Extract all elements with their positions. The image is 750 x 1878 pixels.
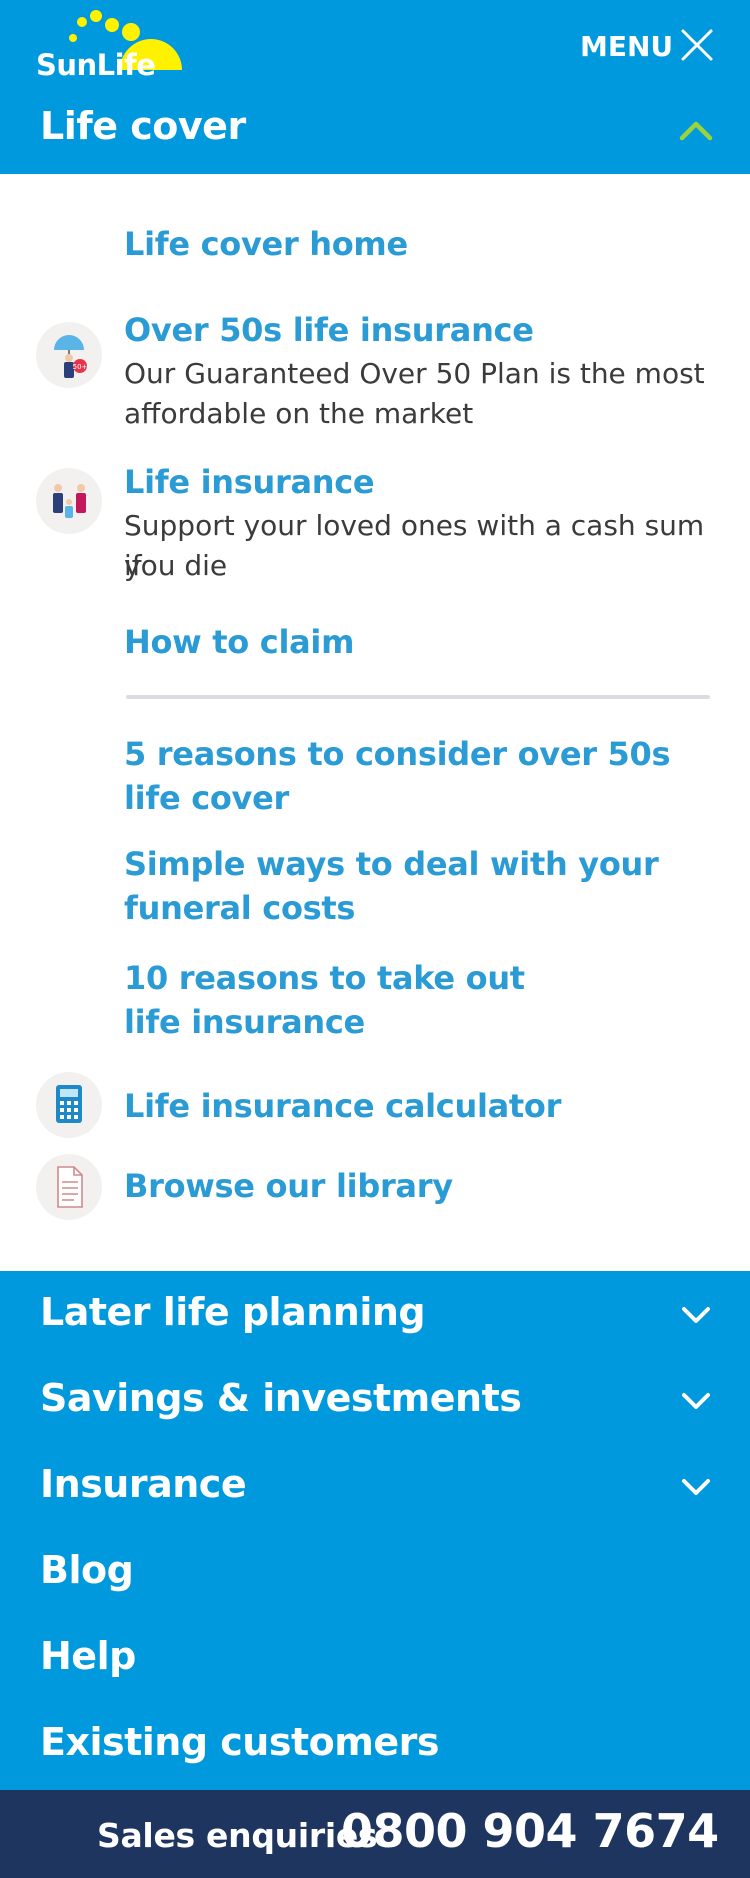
how-to-claim-link[interactable]: How to claim <box>124 620 354 664</box>
over-50s-description-line2: affordable on the market <box>124 397 474 430</box>
nav-item-savings-investments[interactable]: Savings & investments <box>40 1374 522 1422</box>
sales-enquiries-label: Sales enquiries <box>97 1816 378 1855</box>
sales-enquiries-bar[interactable]: Sales enquiries 0800 904 7674 <box>0 1790 750 1878</box>
nav-item-later-life-planning[interactable]: Later life planning <box>40 1288 426 1336</box>
family-icon <box>36 468 102 534</box>
chevron-down-icon[interactable] <box>680 1390 712 1412</box>
browse-library-link[interactable]: Browse our library <box>124 1164 453 1208</box>
section-title-life-cover[interactable]: Life cover <box>40 104 246 148</box>
nav-item-existing-customers[interactable]: Existing customers <box>40 1718 439 1766</box>
nav-item-blog[interactable]: Blog <box>40 1546 134 1594</box>
article-title-line2[interactable]: life insurance <box>124 1000 365 1044</box>
article-title-line1[interactable]: Simple ways to deal with your <box>124 842 659 886</box>
life-insurance-calculator-link[interactable]: Life insurance calculator <box>124 1084 561 1128</box>
site-header: SunLife MENU Life cover <box>0 0 750 174</box>
sunlife-logo[interactable]: SunLife <box>36 8 186 82</box>
close-icon[interactable] <box>680 28 714 62</box>
calculator-icon <box>36 1072 102 1138</box>
nav-item-help[interactable]: Help <box>40 1632 136 1680</box>
life-insurance-description-line2: you die <box>124 549 228 582</box>
life-cover-home-link[interactable]: Life cover home <box>124 222 408 266</box>
umbrella-person-icon: 50+ <box>36 322 102 388</box>
nav-item-insurance[interactable]: Insurance <box>40 1460 247 1508</box>
menu-label[interactable]: MENU <box>580 30 673 63</box>
article-title-line1[interactable]: 5 reasons to consider over 50s <box>124 732 671 776</box>
over-50s-description-line1: Our Guaranteed Over 50 Plan is the most <box>124 357 705 390</box>
svg-text:50+: 50+ <box>73 363 88 371</box>
article-title-line1[interactable]: 10 reasons to take out <box>124 956 525 1000</box>
over-50s-life-insurance-link[interactable]: Over 50s life insurance <box>124 308 534 352</box>
chevron-down-icon[interactable] <box>680 1304 712 1326</box>
article-title-line2[interactable]: funeral costs <box>124 886 355 930</box>
chevron-up-icon[interactable] <box>678 116 714 142</box>
life-cover-submenu: Life cover home 50+ Over 50s life insura… <box>0 174 750 1271</box>
logo-text: SunLife <box>36 48 156 82</box>
chevron-down-icon[interactable] <box>680 1476 712 1498</box>
sales-phone-number[interactable]: 0800 904 7674 <box>341 1804 719 1858</box>
document-icon <box>36 1154 102 1220</box>
life-insurance-link[interactable]: Life insurance <box>124 460 375 504</box>
divider <box>126 695 710 699</box>
article-title-line2[interactable]: life cover <box>124 776 289 820</box>
